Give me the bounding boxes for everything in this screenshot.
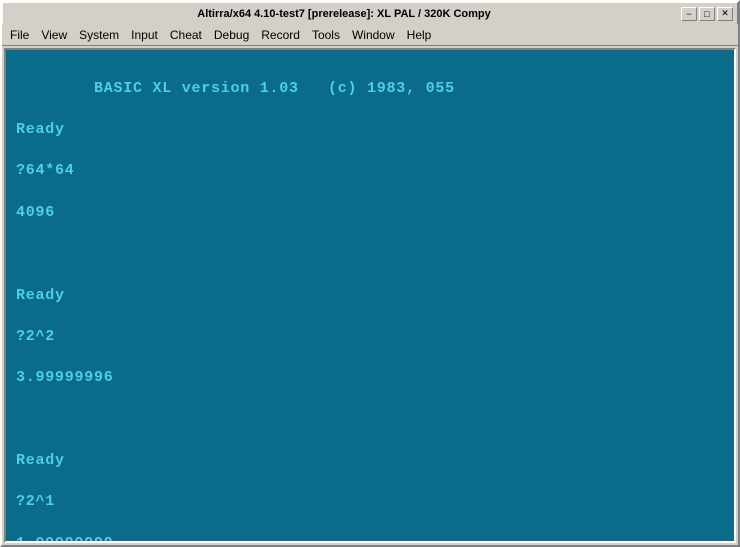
menu-view[interactable]: View xyxy=(35,26,73,44)
screen-line-12: 1.99999999 xyxy=(16,535,114,543)
screen-line-1: BASIC XL version 1.03 (c) 1983, 055 xyxy=(94,80,455,97)
app-window: Altirra/x64 4.10-test7 [prerelease]: XL … xyxy=(0,0,740,547)
close-button[interactable]: ✕ xyxy=(717,7,733,21)
menu-input[interactable]: Input xyxy=(125,26,164,44)
menu-cheat[interactable]: Cheat xyxy=(164,26,208,44)
screen-output: BASIC XL version 1.03 (c) 1983, 055 Read… xyxy=(16,58,724,543)
screen-line-4: 4096 xyxy=(16,204,55,221)
minimize-button[interactable]: − xyxy=(681,7,697,21)
title-controls: − □ ✕ xyxy=(681,7,733,21)
menu-system[interactable]: System xyxy=(73,26,125,44)
menu-file[interactable]: File xyxy=(4,26,35,44)
menu-debug[interactable]: Debug xyxy=(208,26,255,44)
emulator-screen[interactable]: BASIC XL version 1.03 (c) 1983, 055 Read… xyxy=(4,48,736,543)
menu-bar: File View System Input Cheat Debug Recor… xyxy=(2,24,738,46)
title-text: Altirra/x64 4.10-test7 [prerelease]: XL … xyxy=(7,8,681,20)
menu-tools[interactable]: Tools xyxy=(306,26,346,44)
screen-line-2: Ready xyxy=(16,121,65,138)
screen-line-11: ?2^1 xyxy=(16,493,55,510)
maximize-button[interactable]: □ xyxy=(699,7,715,21)
screen-line-3: ?64*64 xyxy=(16,162,75,179)
screen-line-6: Ready xyxy=(16,287,65,304)
menu-window[interactable]: Window xyxy=(346,26,401,44)
screen-line-8: 3.99999996 xyxy=(16,369,114,386)
title-bar: Altirra/x64 4.10-test7 [prerelease]: XL … xyxy=(2,2,738,24)
screen-line-10: Ready xyxy=(16,452,65,469)
menu-help[interactable]: Help xyxy=(401,26,438,44)
content-area: BASIC XL version 1.03 (c) 1983, 055 Read… xyxy=(2,46,738,545)
menu-record[interactable]: Record xyxy=(255,26,306,44)
screen-line-7: ?2^2 xyxy=(16,328,55,345)
